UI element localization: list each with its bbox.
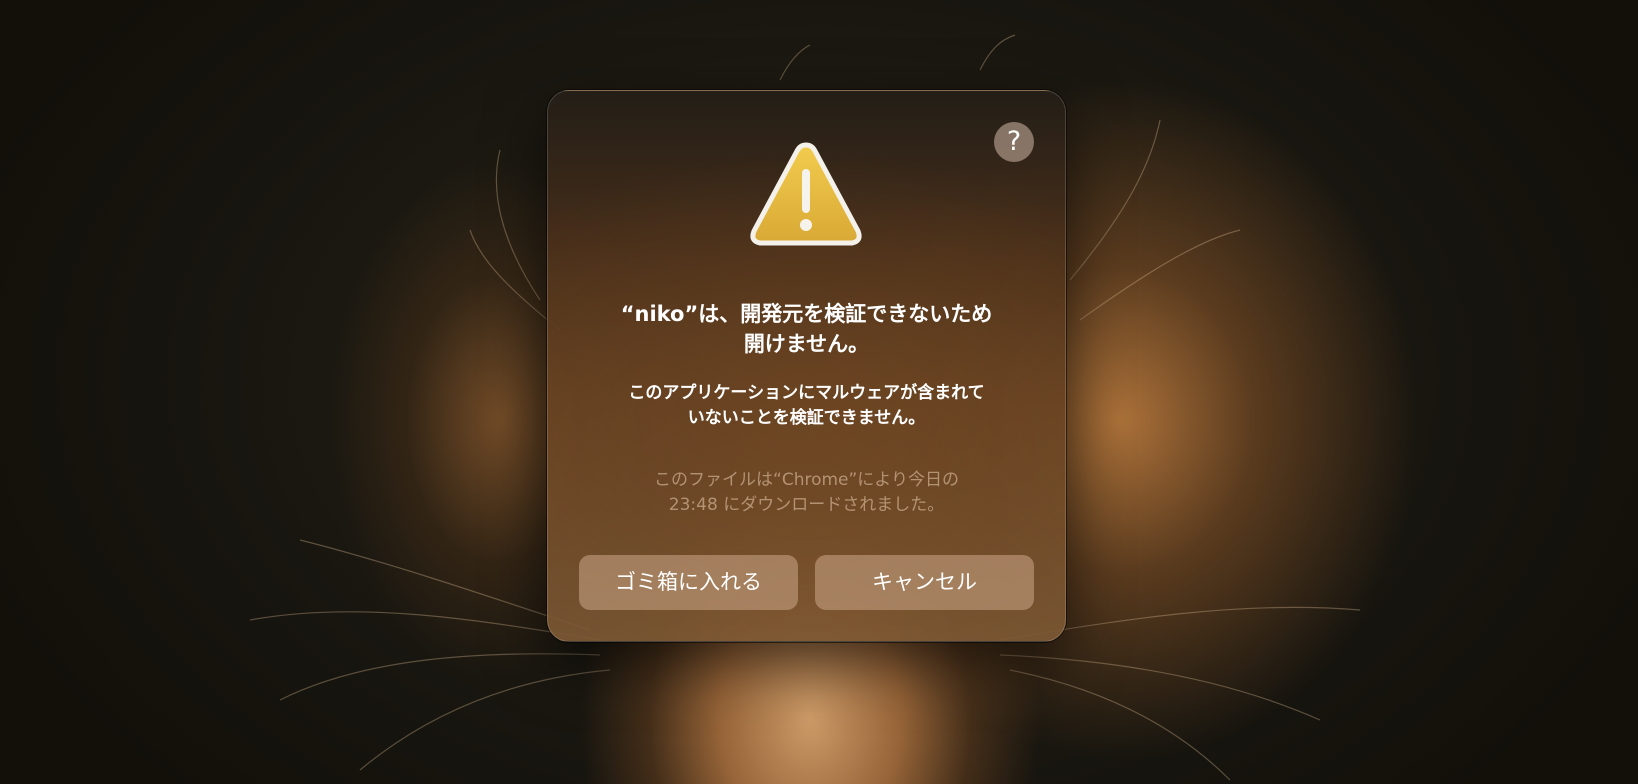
unverified-developer-alert: ? “niko”は、開発元を検証できないため 開けません。 このアプリケーション… (547, 90, 1066, 642)
help-button[interactable]: ? (994, 122, 1034, 162)
download-info-text: このファイルは“Chrome”により今日の 23:48 にダウンロードされました… (654, 470, 959, 515)
alert-title: “niko”は、開発元を検証できないため 開けません。 (620, 302, 993, 356)
move-to-trash-button[interactable]: ゴミ箱に入れる (579, 555, 798, 610)
warning-triangle-icon (750, 142, 862, 246)
cancel-button[interactable]: キャンセル (815, 555, 1034, 610)
alert-message: このアプリケーションにマルウェアが含まれて いないことを検証できません。 (628, 383, 985, 428)
